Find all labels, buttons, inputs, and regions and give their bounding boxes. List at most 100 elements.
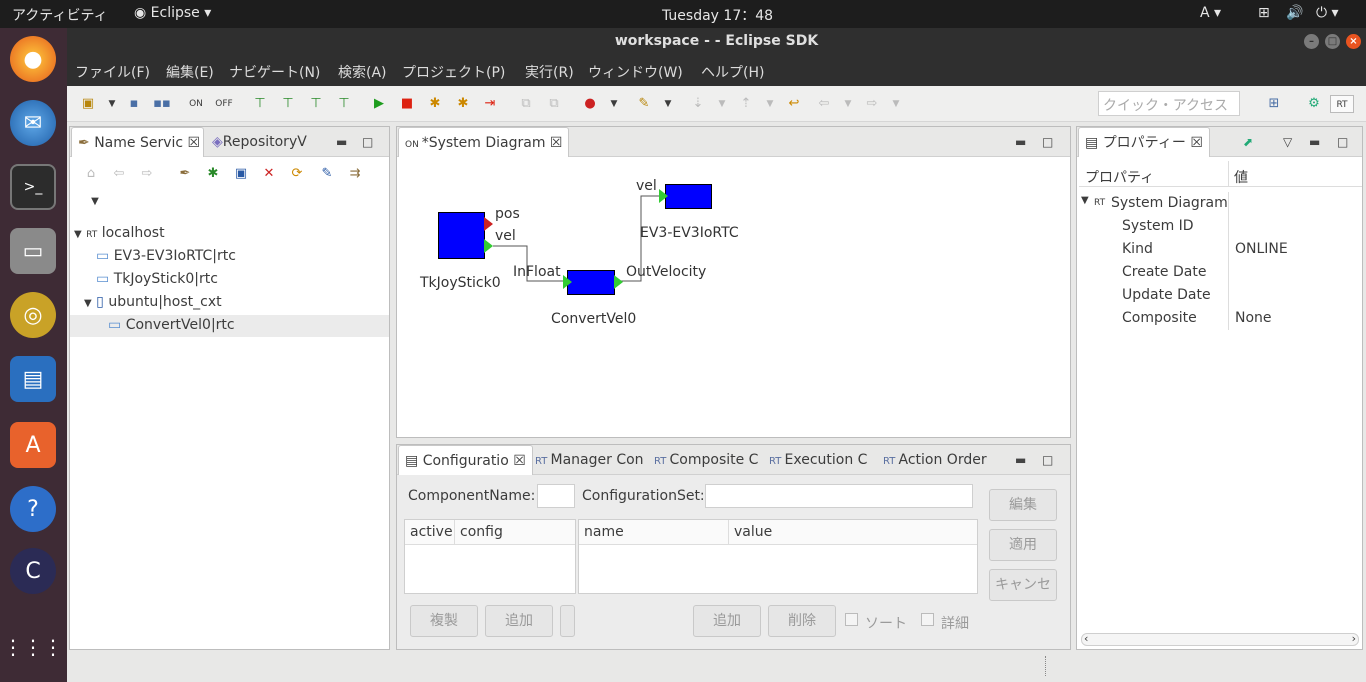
component-name-field[interactable] bbox=[537, 484, 575, 508]
maximize-icon[interactable]: □ bbox=[1042, 453, 1053, 467]
clock[interactable]: Tuesday 17：48 bbox=[662, 5, 773, 25]
tab-repository[interactable]: ◈RepositoryV bbox=[206, 127, 313, 157]
diagram-canvas[interactable]: pos vel TkJoyStick0 InFloat OutVelocity … bbox=[397, 157, 1070, 437]
align-bottom-icon[interactable]: ⊤ bbox=[307, 95, 325, 113]
thunderbird-icon[interactable]: ✉ bbox=[10, 100, 56, 146]
maximize-window-icon[interactable]: □ bbox=[1325, 34, 1340, 49]
reset-all-icon[interactable]: ✱ bbox=[426, 95, 444, 113]
minimize-icon[interactable]: ▬ bbox=[1015, 453, 1026, 467]
network-icon[interactable]: ⊞ bbox=[1258, 5, 1270, 21]
online-icon[interactable]: ON bbox=[187, 95, 205, 113]
external-tools-icon[interactable]: ✎ bbox=[635, 95, 653, 113]
add-config-button[interactable]: 追加 bbox=[485, 605, 553, 637]
property-row-system-id[interactable]: System ID bbox=[1079, 215, 1362, 238]
last-edit-icon[interactable]: ↩ bbox=[785, 95, 803, 113]
show-apps-icon[interactable]: ⋮⋮⋮ bbox=[3, 624, 63, 670]
delete-param-button[interactable]: 削除 bbox=[768, 605, 836, 637]
files-icon[interactable]: ▭ bbox=[10, 228, 56, 274]
column-config[interactable]: config bbox=[460, 524, 503, 540]
deactivate-all-icon[interactable]: ■ bbox=[398, 95, 416, 113]
property-root-row[interactable]: ▼ RT System Diagram bbox=[1079, 192, 1362, 215]
maximize-icon[interactable]: □ bbox=[1337, 135, 1348, 149]
add-param-button[interactable]: 追加 bbox=[693, 605, 761, 637]
view-menu-icon[interactable]: ▼ bbox=[86, 193, 104, 211]
delete-icon[interactable]: ✕ bbox=[260, 165, 278, 183]
refresh-icon[interactable]: ⟳ bbox=[288, 165, 306, 183]
minimize-icon[interactable]: ▬ bbox=[1309, 135, 1320, 149]
tab-action-order[interactable]: RT Action Order bbox=[877, 445, 993, 475]
volume-icon[interactable]: 🔊 bbox=[1286, 5, 1303, 21]
new-icon[interactable]: ▣ bbox=[79, 95, 97, 113]
menu-project[interactable]: プロジェクト(P) bbox=[402, 62, 505, 82]
view-menu-icon[interactable]: ▽ bbox=[1283, 135, 1292, 149]
menu-run[interactable]: 実行(R) bbox=[525, 62, 574, 82]
column-value[interactable]: 値 bbox=[1234, 167, 1248, 187]
detail-checkbox[interactable] bbox=[921, 613, 934, 626]
port-vel-out[interactable] bbox=[484, 239, 493, 253]
tab-name-service[interactable]: ✒ Name Servic ☒ bbox=[71, 127, 204, 157]
menu-help[interactable]: ヘルプ(H) bbox=[701, 62, 764, 82]
new-dropdown-icon[interactable]: ▼ bbox=[103, 95, 121, 113]
sync-icon[interactable]: ⇉ bbox=[346, 165, 364, 183]
tab-system-diagram[interactable]: ON *System Diagram ☒ bbox=[398, 127, 570, 157]
perspective-rtc-icon[interactable]: ⚙ bbox=[1305, 95, 1323, 113]
app-menu[interactable]: ◉ Eclipse ▾ bbox=[134, 5, 211, 21]
tree-item-tkjoystick[interactable]: ▭ TkJoyStick0|rtc bbox=[96, 271, 218, 287]
debug-icon[interactable]: ● bbox=[581, 95, 599, 113]
properties-table[interactable]: プロパティ 値 ▼ RT System Diagram System ID Ki… bbox=[1079, 161, 1362, 639]
cancel-button[interactable]: キャンセ bbox=[989, 569, 1057, 601]
horizontal-scrollbar[interactable]: ‹ › bbox=[1081, 632, 1359, 646]
exit-all-icon[interactable]: ⇥ bbox=[481, 95, 499, 113]
property-row-update-date[interactable]: Update Date bbox=[1079, 284, 1362, 307]
maximize-icon[interactable]: □ bbox=[362, 135, 373, 149]
scroll-right-icon[interactable]: › bbox=[1352, 632, 1356, 645]
column-name[interactable]: name bbox=[584, 524, 624, 540]
writer-icon[interactable]: ▤ bbox=[10, 356, 56, 402]
align-top-icon[interactable]: ⊤ bbox=[251, 95, 269, 113]
component-tkjoystick[interactable] bbox=[438, 212, 485, 259]
power-icon[interactable]: ⏻ ▾ bbox=[1316, 5, 1339, 21]
quick-access-input[interactable]: クイック・アクセス bbox=[1098, 91, 1240, 116]
save-all-icon[interactable]: ▪▪ bbox=[153, 95, 171, 113]
save-icon[interactable]: ▪ bbox=[125, 95, 143, 113]
minimize-icon[interactable]: ▬ bbox=[1015, 135, 1026, 149]
language-indicator[interactable]: A ▾ bbox=[1200, 5, 1221, 21]
port-vel-in[interactable] bbox=[659, 189, 668, 203]
config-set-table[interactable]: active config bbox=[404, 519, 576, 594]
perspective-rt-icon[interactable]: RT bbox=[1330, 95, 1354, 113]
collapse-icon[interactable]: ▼ bbox=[74, 229, 82, 240]
config-param-table[interactable]: name value bbox=[578, 519, 978, 594]
add-icon[interactable]: ✱ bbox=[204, 165, 222, 183]
help-icon[interactable]: ? bbox=[10, 486, 56, 532]
close-window-icon[interactable]: × bbox=[1346, 34, 1361, 49]
edit-button[interactable]: 編集 bbox=[989, 489, 1057, 521]
close-tab-icon[interactable]: ☒ bbox=[513, 453, 526, 469]
sort-checkbox[interactable] bbox=[845, 613, 858, 626]
component-ev3[interactable] bbox=[665, 184, 712, 209]
terminal-icon[interactable]: >_ bbox=[10, 164, 56, 210]
align-middle-icon[interactable]: ⊤ bbox=[279, 95, 297, 113]
close-tab-icon[interactable]: ☒ bbox=[188, 135, 201, 151]
menu-window[interactable]: ウィンドウ(W) bbox=[588, 62, 683, 82]
property-row-composite[interactable]: Composite None bbox=[1079, 307, 1362, 330]
close-tab-icon[interactable]: ☒ bbox=[1190, 135, 1203, 151]
property-row-create-date[interactable]: Create Date bbox=[1079, 261, 1362, 284]
maximize-icon[interactable]: □ bbox=[1042, 135, 1053, 149]
apply-button[interactable]: 適用 bbox=[989, 529, 1057, 561]
collapse-icon[interactable]: ▼ bbox=[84, 298, 92, 309]
manager-icon[interactable]: ▣ bbox=[232, 165, 250, 183]
tab-configuration[interactable]: ▤ Configuratio ☒ bbox=[398, 445, 533, 475]
close-tab-icon[interactable]: ☒ bbox=[550, 135, 563, 151]
column-property[interactable]: プロパティ bbox=[1085, 167, 1154, 187]
copy-config-button[interactable]: 複製 bbox=[410, 605, 478, 637]
tree-item-convertvel[interactable]: ▭ ConvertVel0|rtc bbox=[108, 317, 235, 333]
tab-execution-context[interactable]: RT Execution C bbox=[763, 445, 873, 475]
minimize-window-icon[interactable]: – bbox=[1304, 34, 1319, 49]
activate-all-icon[interactable]: ▶ bbox=[370, 95, 388, 113]
software-center-icon[interactable]: A bbox=[10, 422, 56, 468]
port-infloat-in[interactable] bbox=[563, 275, 572, 289]
align-center-icon[interactable]: ⊤ bbox=[335, 95, 353, 113]
tab-manager-control[interactable]: RT Manager Con bbox=[529, 445, 650, 475]
offline-icon[interactable]: OFF bbox=[215, 95, 233, 113]
tree-root-localhost[interactable]: ▼ RT localhost bbox=[74, 225, 165, 241]
